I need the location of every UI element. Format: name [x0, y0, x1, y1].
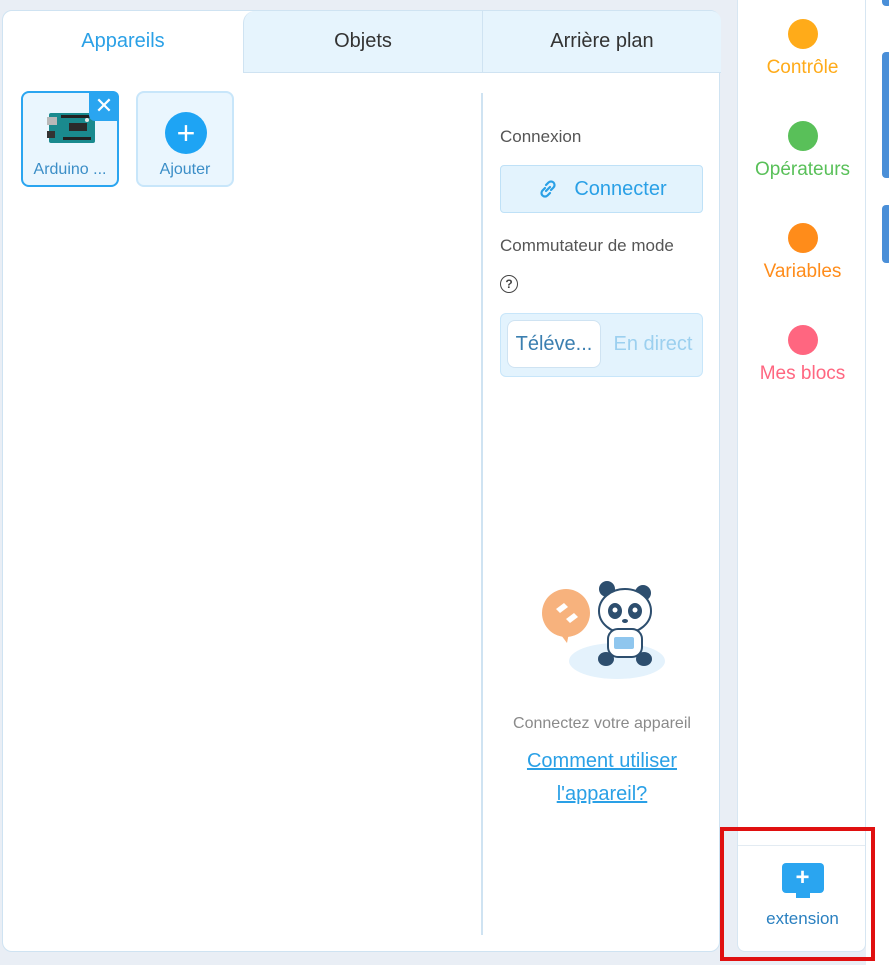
- tab-devices[interactable]: Appareils: [3, 11, 243, 73]
- category-dot: [787, 223, 818, 253]
- mode-switch: Téléve... En direct: [500, 313, 703, 377]
- category-dot: [787, 19, 818, 49]
- category-label: Variables: [763, 261, 842, 282]
- device-card-arduino[interactable]: ✕ Arduino ...: [21, 91, 119, 187]
- mode-upload-option[interactable]: Téléve...: [507, 320, 601, 368]
- remove-device-button[interactable]: ✕: [89, 91, 119, 121]
- category-label: Contrôle: [766, 57, 839, 78]
- code-block-edge: [882, 205, 889, 263]
- tab-sprites[interactable]: Objets: [243, 11, 482, 73]
- connect-device-hint: Connectez votre appareil: [513, 715, 691, 732]
- devices-panel: Appareils Objets Arrière plan ✕ Arduino …: [2, 10, 721, 952]
- mode-switch-label: Commutateur de mode: [500, 236, 674, 255]
- tab-background[interactable]: Arrière plan: [482, 11, 721, 73]
- code-block-edge: [882, 52, 889, 178]
- connection-label: Connexion: [500, 127, 582, 146]
- device-name: Arduino ...: [33, 161, 107, 178]
- category-operators[interactable]: Opérateurs: [738, 121, 867, 181]
- help-icon[interactable]: ?: [500, 275, 518, 293]
- link-icon: [540, 180, 556, 198]
- add-device-label: Ajouter: [159, 161, 211, 178]
- connect-button-label: Connecter: [574, 177, 667, 200]
- category-label: Opérateurs: [754, 159, 851, 180]
- panda-illustration: [542, 581, 665, 679]
- highlight-box: [720, 827, 875, 961]
- tab-bar: Appareils Objets Arrière plan: [3, 11, 721, 73]
- add-device-button[interactable]: + Ajouter: [136, 91, 234, 187]
- code-block-edge: [882, 0, 889, 6]
- divider: [481, 93, 483, 935]
- category-dot: [787, 121, 818, 151]
- block-categories: Contrôle Opérateurs Variables Mes blocs …: [737, 0, 866, 952]
- category-label: Mes blocs: [759, 363, 846, 384]
- mode-live-option[interactable]: En direct: [607, 320, 699, 368]
- plus-icon: +: [165, 112, 207, 154]
- category-variables[interactable]: Variables: [738, 223, 867, 283]
- category-control[interactable]: Contrôle: [738, 19, 867, 79]
- connect-button[interactable]: Connecter: [500, 165, 703, 213]
- how-to-use-device-link[interactable]: Comment utiliser l'appareil?: [500, 745, 704, 811]
- category-my-blocks[interactable]: Mes blocs: [738, 325, 867, 385]
- category-dot: [787, 325, 818, 355]
